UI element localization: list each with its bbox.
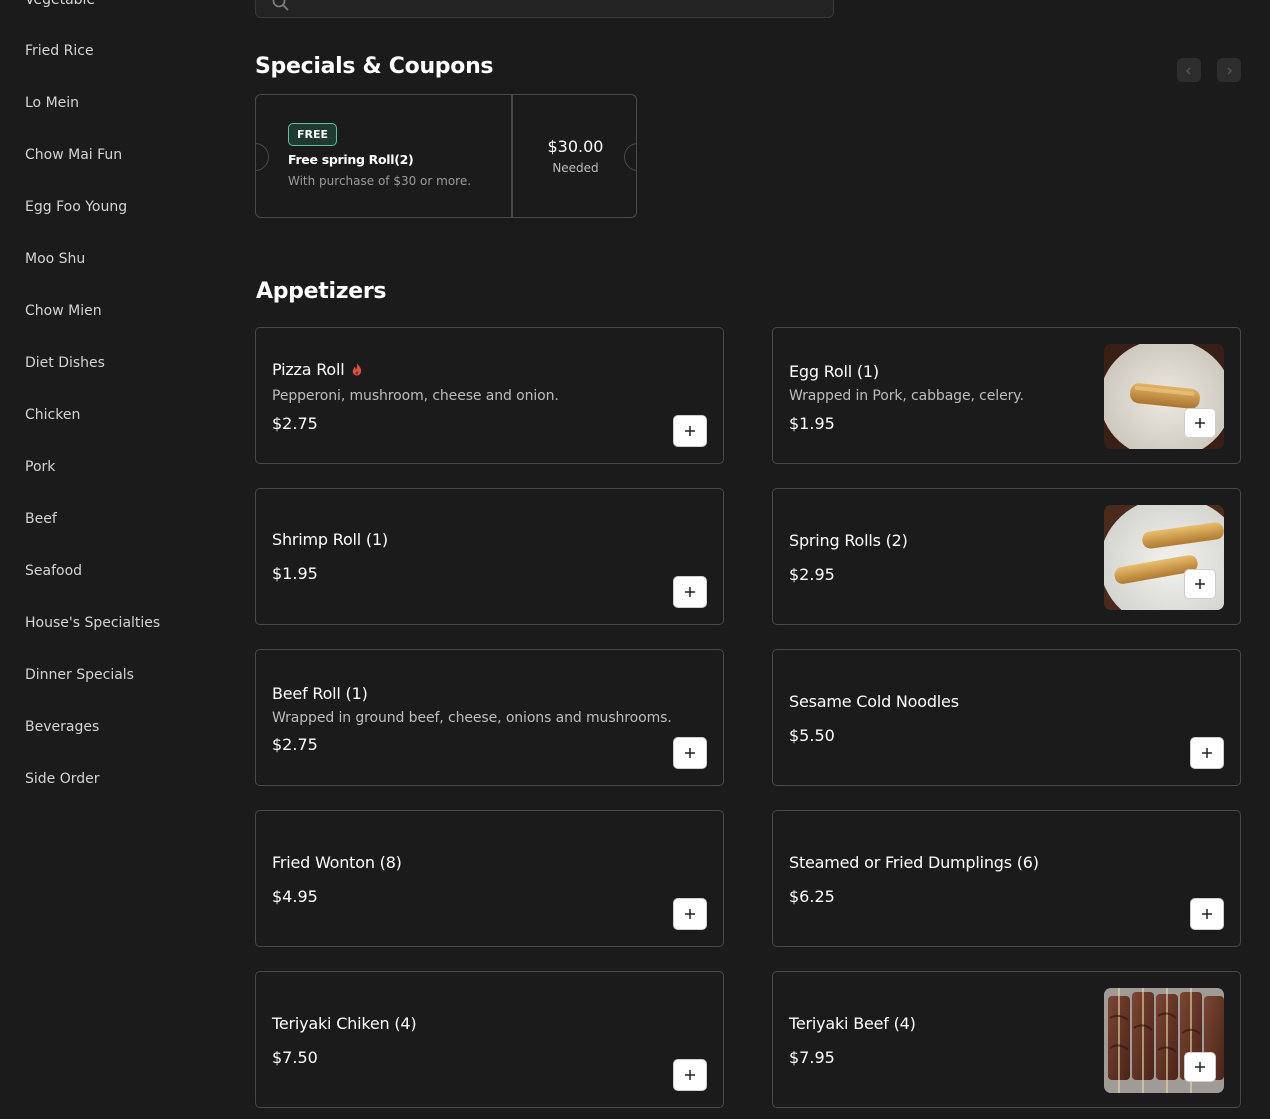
sidebar-item-lo-mein[interactable]: Lo Mein — [25, 95, 79, 111]
menu-item-card[interactable]: Sesame Cold Noodles $5.50 — [772, 649, 1241, 786]
item-name: Steamed or Fried Dumplings (6) — [789, 853, 1039, 872]
menu-item-card[interactable]: Teriyaki Beef (4) $7.95 — [772, 971, 1241, 1108]
sidebar-item-moo-shu[interactable]: Moo Shu — [25, 251, 85, 267]
teriyaki-beef-photo — [1104, 988, 1224, 1093]
coupon-notch-left — [256, 143, 269, 171]
item-name-row: Pizza Roll — [272, 360, 363, 380]
item-price: $1.95 — [272, 564, 318, 583]
menu-item-card[interactable]: Fried Wonton (8) $4.95 — [255, 810, 724, 947]
sidebar-item-beverages[interactable]: Beverages — [25, 719, 99, 735]
plus-icon — [1194, 414, 1206, 433]
add-to-cart-button[interactable] — [673, 415, 707, 447]
plus-icon — [1201, 744, 1213, 763]
item-price: $7.50 — [272, 1048, 318, 1067]
item-name: Fried Wonton (8) — [272, 853, 402, 872]
sidebar-item-houses-specialties[interactable]: House's Specialties — [25, 615, 160, 631]
search-icon — [271, 0, 291, 13]
item-price: $7.95 — [789, 1048, 835, 1067]
spring-rolls-photo — [1104, 505, 1224, 610]
item-price: $2.95 — [789, 565, 835, 584]
item-name: Teriyaki Beef (4) — [789, 1014, 916, 1033]
menu-item-card[interactable]: Steamed or Fried Dumplings (6) $6.25 — [772, 810, 1241, 947]
menu-item-card[interactable]: Shrimp Roll (1) $1.95 — [255, 488, 724, 625]
chevron-left-icon — [1184, 61, 1194, 80]
plus-icon — [684, 744, 696, 763]
plus-icon — [684, 583, 696, 602]
plus-icon — [684, 422, 696, 441]
add-to-cart-button[interactable] — [673, 898, 707, 930]
item-price: $2.75 — [272, 735, 318, 754]
item-price: $4.95 — [272, 887, 318, 906]
coupon-title: Free spring Roll(2) — [288, 152, 414, 167]
coupon-card[interactable]: FREE Free spring Roll(2) With purchase o… — [255, 94, 637, 218]
item-price: $5.50 — [789, 726, 835, 745]
item-price: $1.95 — [789, 414, 835, 433]
add-to-cart-button[interactable] — [1184, 569, 1216, 599]
coupon-divider — [511, 95, 513, 217]
sidebar-item-seafood[interactable]: Seafood — [25, 563, 82, 579]
sidebar-item-vegetable[interactable]: Vegetable — [25, 0, 95, 8]
sidebar-item-pork[interactable]: Pork — [25, 459, 55, 475]
sidebar-item-diet-dishes[interactable]: Diet Dishes — [25, 355, 105, 371]
coupon-badge: FREE — [288, 123, 338, 146]
sidebar-item-chow-mai-fun[interactable]: Chow Mai Fun — [25, 147, 122, 163]
category-sidebar: Vegetable Fried Rice Lo Mein Chow Mai Fu… — [0, 0, 230, 1119]
item-name: Pizza Roll — [272, 360, 345, 379]
item-price: $2.75 — [272, 414, 318, 433]
add-to-cart-button[interactable] — [1184, 408, 1216, 438]
sidebar-item-chicken[interactable]: Chicken — [25, 407, 80, 423]
plus-icon — [684, 905, 696, 924]
menu-item-card[interactable]: Spring Rolls (2) $2.95 — [772, 488, 1241, 625]
search-input[interactable] — [255, 0, 834, 18]
item-price: $6.25 — [789, 887, 835, 906]
plus-icon — [684, 1066, 696, 1085]
item-name: Sesame Cold Noodles — [789, 692, 959, 711]
coupon-amount-label: Needed — [552, 161, 599, 175]
add-to-cart-button[interactable] — [673, 1059, 707, 1091]
sidebar-item-chow-mien[interactable]: Chow Mien — [25, 303, 102, 319]
plus-icon — [1194, 575, 1206, 594]
menu-page: Vegetable Fried Rice Lo Mein Chow Mai Fu… — [0, 0, 1270, 1119]
item-description: Pepperoni, mushroom, cheese and onion. — [272, 388, 559, 404]
menu-item-card[interactable]: Beef Roll (1) Wrapped in ground beef, ch… — [255, 649, 724, 786]
appetizers-section-title: Appetizers — [256, 279, 387, 304]
plus-icon — [1194, 1058, 1206, 1077]
menu-item-card[interactable]: Pizza Roll Pepperoni, mushroom, cheese a… — [255, 327, 724, 464]
menu-item-card[interactable]: Teriyaki Chiken (4) $7.50 — [255, 971, 724, 1108]
add-to-cart-button[interactable] — [1190, 898, 1224, 930]
sidebar-item-fried-rice[interactable]: Fried Rice — [25, 43, 94, 59]
sidebar-item-side-order[interactable]: Side Order — [25, 771, 100, 787]
sidebar-item-dinner-specials[interactable]: Dinner Specials — [25, 667, 134, 683]
sidebar-item-egg-foo-young[interactable]: Egg Foo Young — [25, 199, 127, 215]
coupon-amount: $30.00 — [547, 137, 604, 156]
item-description: Wrapped in Pork, cabbage, celery. — [789, 388, 1024, 404]
add-to-cart-button[interactable] — [1190, 737, 1224, 769]
add-to-cart-button[interactable] — [1184, 1052, 1216, 1082]
carousel-prev-button[interactable] — [1177, 58, 1201, 82]
add-to-cart-button[interactable] — [673, 576, 707, 608]
egg-roll-photo — [1104, 344, 1224, 449]
menu-item-card[interactable]: Egg Roll (1) Wrapped in Pork, cabbage, c… — [772, 327, 1241, 464]
coupon-description: With purchase of $30 or more. — [288, 174, 472, 188]
sidebar-item-beef[interactable]: Beef — [25, 511, 57, 527]
spicy-icon — [351, 361, 363, 380]
plus-icon — [1201, 905, 1213, 924]
item-name: Egg Roll (1) — [789, 362, 879, 381]
item-name: Beef Roll (1) — [272, 684, 368, 703]
chevron-right-icon — [1224, 61, 1234, 80]
add-to-cart-button[interactable] — [673, 737, 707, 769]
specials-section-title: Specials & Coupons — [255, 54, 494, 79]
item-description: Wrapped in ground beef, cheese, onions a… — [272, 710, 672, 726]
item-name: Shrimp Roll (1) — [272, 530, 388, 549]
carousel-next-button[interactable] — [1217, 58, 1241, 82]
item-name: Spring Rolls (2) — [789, 531, 908, 550]
item-name: Teriyaki Chiken (4) — [272, 1014, 417, 1033]
